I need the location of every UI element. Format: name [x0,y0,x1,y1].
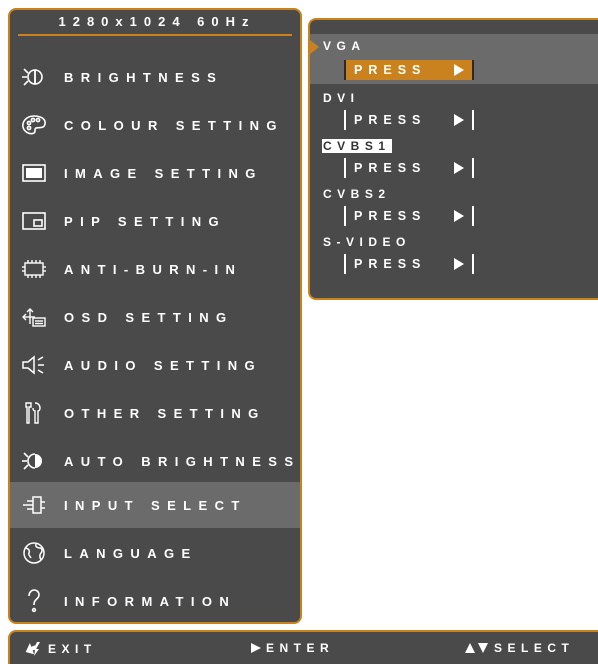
speaker-icon [18,351,50,379]
exit-label: EXIT [48,642,97,656]
globe-icon [18,539,50,567]
play-arrow-icon [454,162,464,174]
up-down-triangle-icon [464,642,490,654]
press-button[interactable]: PRESS [344,206,474,226]
submenu-item-dvi[interactable]: DVI PRESS [310,86,598,134]
footer-enter[interactable]: ENTER [250,641,334,655]
right-triangle-icon [250,642,262,654]
submenu-label: S-VIDEO [323,235,411,249]
menu-item-osd-setting[interactable]: OSD SETTING [10,294,300,340]
press-label: PRESS [354,161,427,175]
question-icon [18,587,50,615]
menu-item-language[interactable]: LANGUAGE [10,530,300,576]
chip-icon [18,255,50,283]
menu-item-auto-brightness[interactable]: AUTO BRIGHTNESS [10,438,301,484]
menu-item-anti-burn-in[interactable]: ANTI-BURN-IN [10,246,300,292]
exit-icon [24,641,44,657]
menu-item-brightness[interactable]: BRIGHTNESS [10,54,300,100]
osd-icon [18,303,50,331]
selection-pointer-icon [310,40,319,54]
menu-item-information[interactable]: INFORMATION [10,578,300,622]
submenu-item-vga[interactable]: VGA PRESS [310,34,598,84]
menu-label: OSD SETTING [64,309,234,325]
footer-select[interactable]: SELECT [464,641,574,655]
menu-label: IMAGE SETTING [64,165,263,181]
menu-label: INPUT SELECT [64,497,247,513]
menu-item-audio-setting[interactable]: AUDIO SETTING [10,342,300,388]
menu-label: LANGUAGE [64,545,198,561]
tools-icon [18,399,50,427]
menu-label: OTHER SETTING [64,405,266,421]
resolution-readout: 1280x1024 60Hz [58,14,256,29]
submenu-label: DVI [323,91,360,105]
select-label: SELECT [494,641,575,655]
submenu-label: CVBS2 [323,187,391,201]
menu-label: AUDIO SETTING [64,357,263,373]
press-label: PRESS [354,257,427,271]
menu-label: COLOUR SETTING [64,117,284,133]
menu-item-other-setting[interactable]: OTHER SETTING [10,390,300,436]
submenu-label: CVBS1 [322,139,392,153]
enter-label: ENTER [266,641,335,655]
pip-icon [18,207,50,235]
brightness-icon [18,63,50,91]
play-arrow-icon [454,258,464,270]
press-label: PRESS [354,63,427,77]
play-arrow-icon [454,210,464,222]
plug-icon [18,491,50,519]
menu-label: AUTO BRIGHTNESS [64,453,301,469]
palette-icon [18,111,50,139]
play-arrow-icon [454,64,464,76]
image-icon [18,159,50,187]
press-button[interactable]: PRESS [344,254,474,274]
press-button[interactable]: PRESS [344,60,474,80]
menu-label: ANTI-BURN-IN [64,261,243,277]
submenu-item-s-video[interactable]: S-VIDEO PRESS [310,230,598,278]
menu-item-pip-setting[interactable]: PIP SETTING [10,198,300,244]
menu-item-input-select[interactable]: INPUT SELECT [10,482,300,528]
menu-label: PIP SETTING [64,213,227,229]
menu-label: BRIGHTNESS [64,69,224,85]
submenu-item-cvbs2[interactable]: CVBS2 PRESS [310,182,598,230]
play-arrow-icon [454,114,464,126]
menu-label: INFORMATION [64,593,237,609]
menu-item-image-setting[interactable]: IMAGE SETTING [10,150,300,196]
auto-brightness-icon [18,447,50,475]
menu-item-colour-setting[interactable]: COLOUR SETTING [10,102,300,148]
title-divider [18,34,292,36]
press-label: PRESS [354,209,427,223]
press-button[interactable]: PRESS [344,158,474,178]
input-select-submenu: VGA PRESS DVI PRESS CVBS1 PRESS CVBS2 PR… [308,18,598,300]
submenu-label: VGA [323,39,366,53]
press-button[interactable]: PRESS [344,110,474,130]
footer-exit[interactable]: EXIT [24,641,97,657]
press-label: PRESS [354,113,427,127]
submenu-item-cvbs1[interactable]: CVBS1 PRESS [310,134,598,182]
footer-bar: EXIT ENTER SELECT [8,630,598,664]
main-menu-panel: 1280x1024 60Hz BRIGHTNESS COLOUR SETTING… [8,8,302,624]
